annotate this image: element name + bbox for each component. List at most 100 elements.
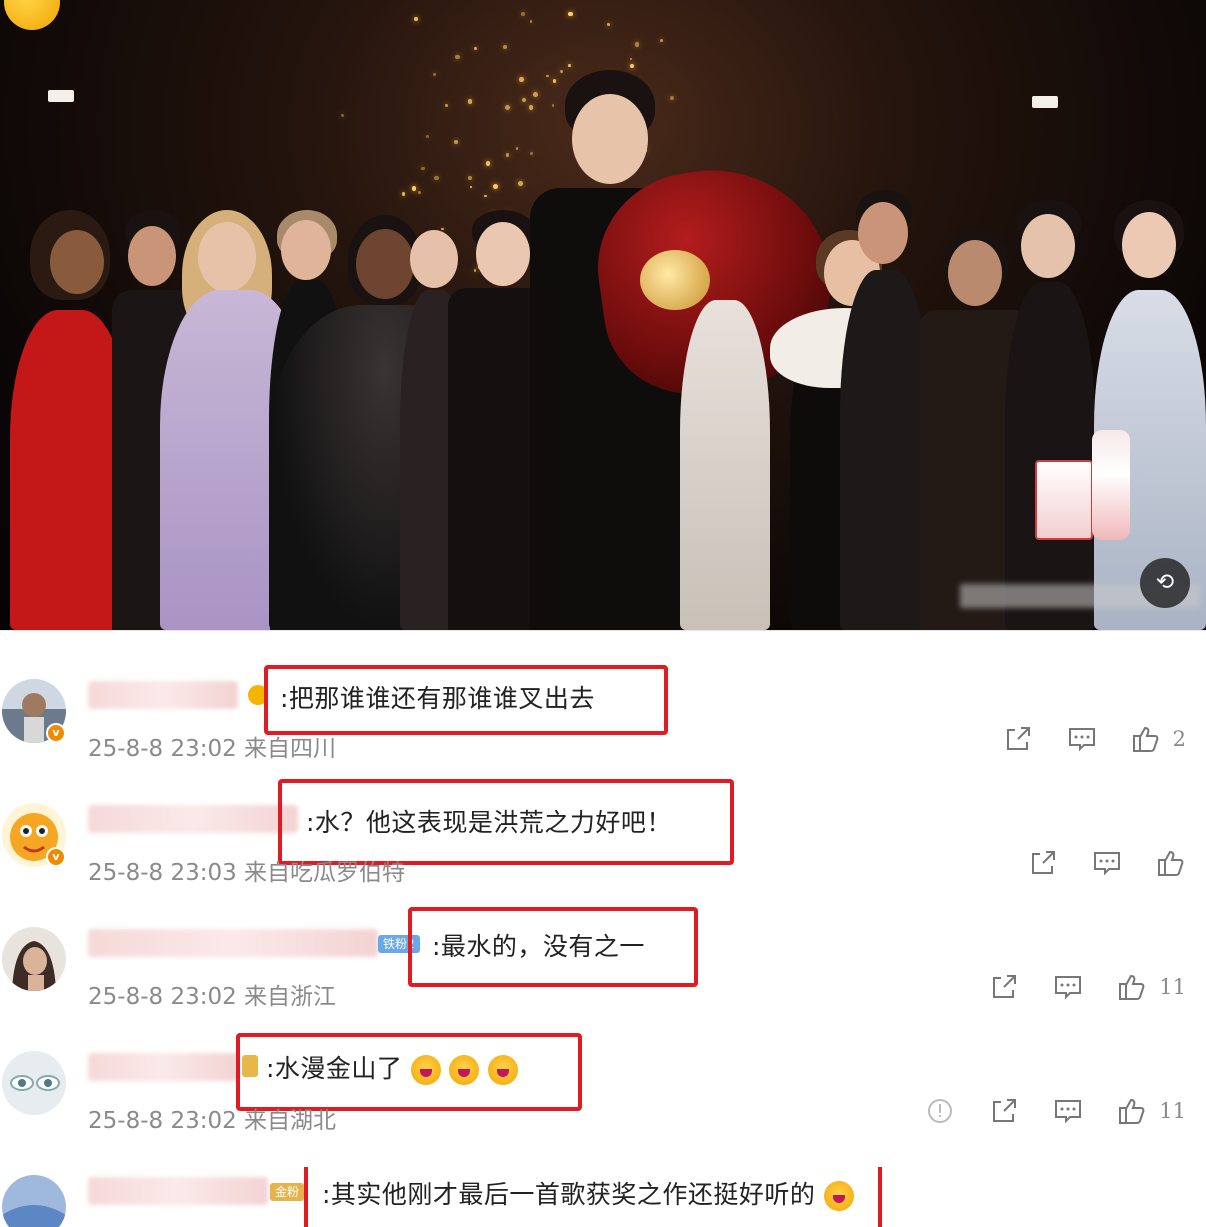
sparkle	[445, 103, 448, 107]
product-box	[1035, 460, 1093, 540]
comment-meta: 25-8-8 23:02 来自浙江	[88, 977, 336, 1011]
sparkle	[341, 114, 345, 118]
highlight-box	[236, 1033, 582, 1111]
sparkle	[432, 73, 436, 77]
sparkle	[485, 161, 491, 166]
sparkle	[453, 139, 459, 144]
performer	[840, 190, 930, 630]
performer	[1005, 200, 1095, 630]
like-count: 11	[1159, 975, 1186, 999]
comment-icon	[1055, 1100, 1082, 1124]
like-button[interactable]: 11	[1117, 1096, 1186, 1126]
sparkle	[659, 38, 663, 43]
comment-button[interactable]	[1092, 848, 1122, 878]
fan-badge: 金粉	[270, 1183, 305, 1201]
share-icon	[1032, 851, 1055, 874]
product-bottle	[1092, 430, 1130, 540]
avatar[interactable]	[2, 1175, 66, 1227]
share-button[interactable]	[989, 972, 1019, 1002]
sparkle	[568, 64, 571, 67]
comment-item: :水漫金山了 25-8-8 23:02 来自湖北 11	[0, 1033, 1206, 1167]
sparkle	[505, 105, 511, 111]
video-control-icon[interactable]: ⟲	[1140, 558, 1190, 608]
comment-item: v :把那谁谁还有那谁谁叉出去 25-8-8 23:02 来自四川 2	[0, 665, 1206, 795]
share-button[interactable]	[989, 1096, 1019, 1126]
location: 来自吃瓜罗伯特	[244, 860, 406, 886]
video-frame[interactable]: ⟲	[0, 0, 1206, 630]
report-button[interactable]	[925, 1096, 955, 1126]
thumbs-up-icon	[1119, 1098, 1145, 1124]
thumbs-up-icon	[1119, 974, 1145, 1000]
sparkle	[629, 57, 633, 61]
thumbs-up-icon	[1158, 850, 1184, 876]
timestamp: 25-8-8 23:02	[88, 736, 237, 762]
username-blurred	[88, 1177, 268, 1205]
sparkle	[421, 166, 425, 170]
username-blurred	[88, 1053, 238, 1081]
like-count: 2	[1172, 727, 1186, 751]
verified-badge: v	[46, 723, 66, 743]
sparkle	[521, 12, 526, 16]
comment-icon	[1068, 728, 1095, 752]
sparkle	[606, 23, 610, 26]
location: 来自四川	[244, 736, 337, 762]
username-blurred	[88, 929, 378, 957]
comment-item: 金粉 :其实他刚才最后一首歌获奖之作还挺好听的	[0, 1167, 1206, 1227]
sparkle	[474, 47, 477, 50]
report-icon	[928, 1099, 953, 1123]
sparkle	[467, 175, 473, 181]
share-button[interactable]	[1003, 724, 1033, 754]
comment-meta: 25-8-8 23:03 来自吃瓜罗伯特	[88, 853, 405, 887]
sparkle	[414, 17, 419, 22]
comment-actions: 2	[1003, 723, 1186, 755]
comment-button[interactable]	[1053, 972, 1083, 1002]
comment-actions	[1028, 847, 1186, 879]
sparkle	[634, 42, 639, 47]
sparkle	[515, 147, 519, 150]
sparkle	[630, 63, 635, 68]
like-button[interactable]: 11	[1117, 972, 1186, 1002]
comment-item: v :水？他这表现是洪荒之力好吧！ 25-8-8 23:03 来自吃瓜罗伯特	[0, 779, 1206, 919]
sparkle	[467, 99, 473, 104]
sparkle	[484, 195, 487, 198]
timestamp: 25-8-8 23:02	[88, 984, 237, 1010]
sparkle	[418, 191, 422, 195]
comment-meta: 25-8-8 23:02 来自四川	[88, 729, 336, 763]
timestamp: 25-8-8 23:02	[88, 1108, 237, 1134]
like-button[interactable]	[1156, 848, 1186, 878]
timestamp: 25-8-8 23:03	[88, 860, 237, 886]
comment-item: 铁粉2 :最水的，没有之一 25-8-8 23:02 来自浙江 11	[0, 907, 1206, 1043]
sparkle	[411, 186, 417, 191]
highlight-box	[408, 907, 698, 987]
sparkle	[518, 181, 523, 186]
share-icon	[993, 975, 1017, 998]
sparkle	[492, 184, 498, 190]
avatar[interactable]	[2, 1051, 66, 1115]
highlight-box	[264, 665, 668, 735]
stage-light	[48, 90, 74, 102]
comment-meta: 25-8-8 23:02 来自湖北	[88, 1101, 336, 1135]
sparkle	[469, 186, 472, 189]
highlight-box	[304, 1167, 882, 1227]
share-button[interactable]	[1028, 848, 1058, 878]
sparkle	[401, 192, 406, 196]
sparkle	[522, 98, 526, 103]
comment-icon	[1094, 852, 1120, 876]
like-button[interactable]: 2	[1131, 724, 1186, 754]
location: 来自浙江	[244, 984, 337, 1010]
avatar[interactable]	[2, 927, 66, 991]
sparkle	[518, 77, 524, 83]
stage-light	[1032, 96, 1058, 108]
sparkle	[529, 20, 533, 23]
comment-button[interactable]	[1067, 724, 1097, 754]
comment-actions: 11	[925, 1095, 1186, 1127]
sparkle	[455, 54, 461, 60]
comment-button[interactable]	[1053, 1096, 1083, 1126]
share-icon	[1006, 727, 1030, 750]
channel-logo	[4, 0, 60, 30]
verified-badge: v	[46, 847, 66, 867]
comment-list: v :把那谁谁还有那谁谁叉出去 25-8-8 23:02 来自四川 2 v:水…	[0, 630, 1206, 1227]
share-icon	[993, 1099, 1017, 1122]
sparkle	[425, 135, 429, 139]
sparkle	[434, 175, 439, 181]
